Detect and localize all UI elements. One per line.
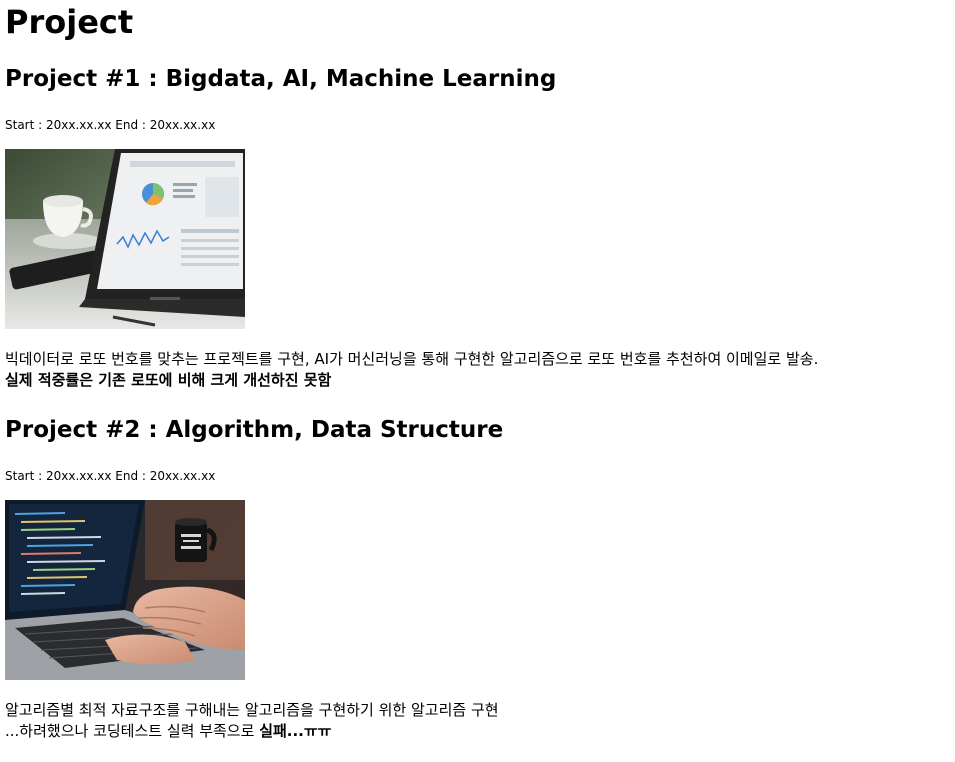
- project-2-description-line-1: 알고리즘별 최적 자료구조를 구해내는 알고리즘을 구현하기 위한 알고리즘 구…: [5, 701, 499, 719]
- project-2-heading: Project #2 : Algorithm, Data Structure: [5, 417, 504, 443]
- project-2-description-line-2-prefix: ...하려했으나 코딩테스트 실력 부족으로: [5, 722, 260, 740]
- project-1-dates: Start : 20xx.xx.xx End : 20xx.xx.xx: [5, 118, 216, 132]
- project-1-heading: Project #1 : Bigdata, AI, Machine Learni…: [5, 66, 557, 92]
- project-card-1: Project #1 : Bigdata, AI, Machine Learni…: [5, 65, 950, 395]
- project-card-2: Project #2 : Algorithm, Data Structure S…: [5, 416, 950, 756]
- project-2-image: [5, 500, 245, 680]
- project-1-description-line-2: 실제 적중률은 기존 로또에 비해 크게 개선하진 못함: [5, 371, 332, 389]
- project-2-description-line-2-emphasis: 실패...ㅠㅠ: [259, 722, 332, 740]
- project-1-description: 빅데이터로 로또 번호를 맞추는 프로젝트를 구현, AI가 머신러닝을 통해 …: [5, 349, 818, 391]
- project-1-description-line-1: 빅데이터로 로또 번호를 맞추는 프로젝트를 구현, AI가 머신러닝을 통해 …: [5, 350, 819, 368]
- project-2-dates: Start : 20xx.xx.xx End : 20xx.xx.xx: [5, 469, 216, 483]
- project-2-description-line-2: ...하려했으나 코딩테스트 실력 부족으로 실패...ㅠㅠ: [5, 721, 499, 742]
- project-2-description: 알고리즘별 최적 자료구조를 구해내는 알고리즘을 구현하기 위한 알고리즘 구…: [5, 700, 499, 742]
- page-title: Project: [5, 3, 134, 41]
- project-1-image: [5, 149, 245, 329]
